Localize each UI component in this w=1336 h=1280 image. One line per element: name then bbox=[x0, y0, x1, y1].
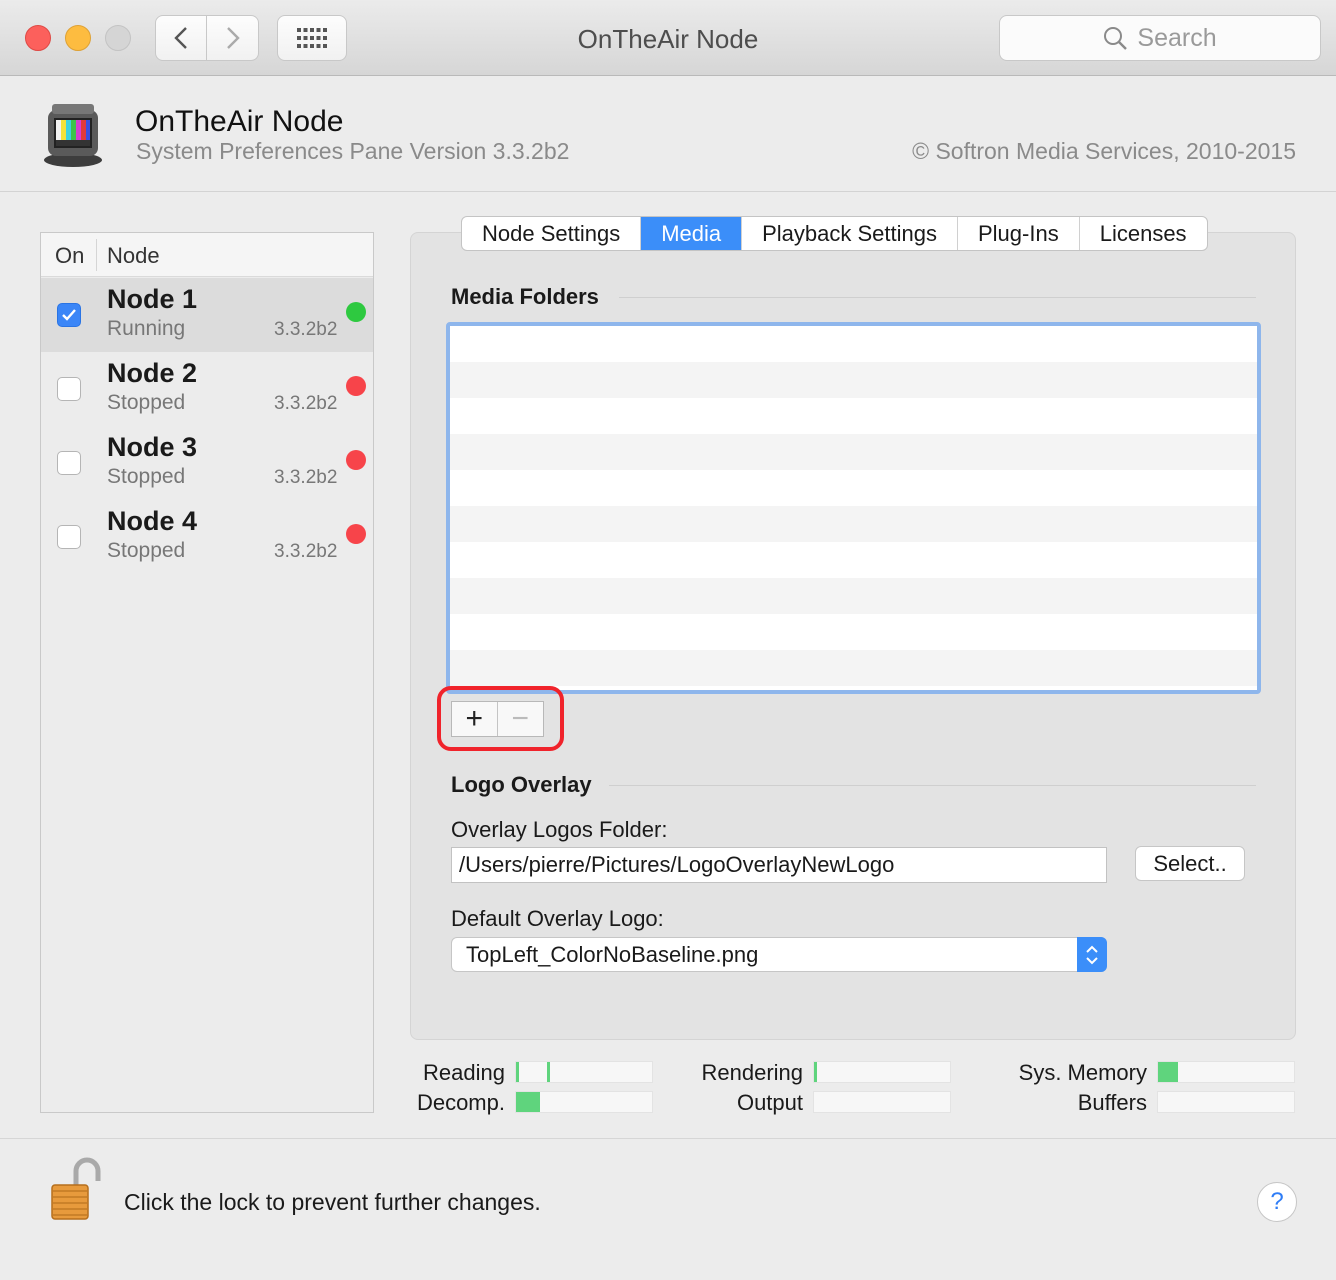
meter-label-decomp: Decomp. bbox=[416, 1090, 505, 1115]
list-row bbox=[450, 650, 1257, 686]
node-enabled-checkbox[interactable] bbox=[57, 525, 81, 549]
tab-licenses[interactable]: Licenses bbox=[1080, 217, 1207, 250]
help-button[interactable]: ? bbox=[1257, 1182, 1297, 1222]
select-folder-button[interactable]: Select.. bbox=[1135, 846, 1245, 881]
list-row bbox=[450, 578, 1257, 614]
copyright: © Softron Media Services, 2010-2015 bbox=[912, 138, 1296, 164]
node-row[interactable]: Node 1 Running 3.3.2b2 bbox=[41, 278, 373, 352]
node-version: 3.3.2b2 bbox=[274, 467, 338, 488]
add-remove-buttons: + − bbox=[451, 701, 544, 737]
search-placeholder: Search bbox=[1137, 23, 1217, 52]
node-version: 3.3.2b2 bbox=[274, 541, 338, 562]
updown-arrows-icon bbox=[1077, 937, 1107, 972]
search-field[interactable]: Search bbox=[999, 15, 1321, 61]
add-folder-button[interactable]: + bbox=[452, 702, 498, 736]
default-logo-value: TopLeft_ColorNoBaseline.png bbox=[466, 942, 759, 967]
tab-playback-settings[interactable]: Playback Settings bbox=[742, 217, 958, 250]
meter-label-reading: Reading bbox=[423, 1060, 505, 1085]
app-icon bbox=[42, 100, 104, 168]
meter-sys-memory bbox=[1157, 1061, 1295, 1083]
status-indicator-icon bbox=[346, 376, 366, 396]
node-status: Stopped bbox=[107, 391, 186, 414]
meter-label-sys-memory: Sys. Memory bbox=[1018, 1060, 1147, 1085]
tab-media[interactable]: Media bbox=[641, 217, 743, 250]
node-version: 3.3.2b2 bbox=[274, 319, 338, 340]
tab-plug-ins[interactable]: Plug-Ins bbox=[958, 217, 1080, 250]
checkmark-icon bbox=[62, 309, 76, 321]
meter-label-output: Output bbox=[736, 1090, 803, 1115]
pane-header: OnTheAir Node System Preferences Pane Ve… bbox=[0, 77, 1336, 192]
section-divider bbox=[609, 785, 1256, 786]
meter-marker bbox=[547, 1062, 551, 1082]
unlocked-lock-icon[interactable] bbox=[50, 1157, 102, 1226]
list-row bbox=[450, 398, 1257, 434]
meter-reading bbox=[515, 1061, 653, 1083]
tab-bar: Node Settings Media Playback Settings Plug-… bbox=[461, 216, 1208, 251]
list-row bbox=[450, 614, 1257, 650]
app-name: OnTheAir Node bbox=[135, 105, 344, 138]
node-list-header: On Node bbox=[41, 233, 373, 277]
column-header-node[interactable]: Node bbox=[107, 243, 160, 269]
meter-buffers bbox=[1157, 1091, 1295, 1113]
node-row[interactable]: Node 2 Stopped 3.3.2b2 bbox=[41, 352, 373, 426]
node-name: Node 2 bbox=[107, 358, 198, 388]
node-status: Running bbox=[107, 317, 186, 340]
meter-output bbox=[813, 1091, 951, 1113]
node-enabled-checkbox[interactable] bbox=[57, 451, 81, 475]
meter-fill bbox=[516, 1092, 541, 1112]
list-row bbox=[450, 326, 1257, 362]
node-list: On Node Node 1 Running 3.3.2b2 Node 2 Stoppe… bbox=[40, 232, 374, 1113]
node-row[interactable]: Node 3 Stopped 3.3.2b2 bbox=[41, 426, 373, 500]
list-row bbox=[450, 362, 1257, 398]
app-version: System Preferences Pane Version 3.3.2b2 bbox=[136, 138, 570, 164]
meter-rendering bbox=[813, 1061, 951, 1083]
list-row bbox=[450, 434, 1257, 470]
status-indicator-icon bbox=[346, 524, 366, 544]
overlay-folder-field[interactable] bbox=[451, 847, 1107, 883]
node-status: Stopped bbox=[107, 539, 186, 562]
footer: Click the lock to prevent further change… bbox=[0, 1138, 1336, 1280]
media-folders-list[interactable] bbox=[446, 322, 1261, 694]
node-name: Node 4 bbox=[107, 506, 198, 536]
list-row bbox=[450, 506, 1257, 542]
default-logo-label: Default Overlay Logo: bbox=[451, 906, 664, 931]
meter-fill bbox=[516, 1062, 519, 1082]
status-indicator-icon bbox=[346, 450, 366, 470]
search-icon bbox=[1104, 27, 1128, 50]
section-divider bbox=[619, 297, 1256, 298]
node-name: Node 3 bbox=[107, 432, 198, 462]
status-indicator-icon bbox=[346, 302, 366, 322]
meter-decomp bbox=[515, 1091, 653, 1113]
node-version: 3.3.2b2 bbox=[274, 393, 338, 414]
list-row bbox=[450, 470, 1257, 506]
meter-label-buffers: Buffers bbox=[1077, 1090, 1147, 1115]
meter-fill bbox=[814, 1062, 817, 1082]
logo-overlay-title: Logo Overlay bbox=[451, 772, 592, 797]
media-folders-title: Media Folders bbox=[451, 284, 599, 309]
node-row[interactable]: Node 4 Stopped 3.3.2b2 bbox=[41, 500, 373, 574]
overlay-folder-label: Overlay Logos Folder: bbox=[451, 817, 668, 842]
node-status: Stopped bbox=[107, 465, 186, 488]
node-name: Node 1 bbox=[107, 284, 198, 314]
node-enabled-checkbox[interactable] bbox=[57, 303, 81, 327]
list-row bbox=[450, 542, 1257, 578]
tab-node-settings[interactable]: Node Settings bbox=[462, 217, 642, 250]
meter-label-rendering: Rendering bbox=[701, 1060, 803, 1085]
remove-folder-button[interactable]: − bbox=[498, 702, 544, 736]
node-enabled-checkbox[interactable] bbox=[57, 377, 81, 401]
column-header-on[interactable]: On bbox=[55, 243, 84, 269]
lock-message: Click the lock to prevent further change… bbox=[124, 1189, 541, 1215]
title-bar: OnTheAir Node Search bbox=[0, 0, 1336, 76]
meter-fill bbox=[1158, 1062, 1179, 1082]
default-logo-popup[interactable]: TopLeft_ColorNoBaseline.png bbox=[451, 937, 1107, 972]
column-divider bbox=[96, 239, 97, 271]
